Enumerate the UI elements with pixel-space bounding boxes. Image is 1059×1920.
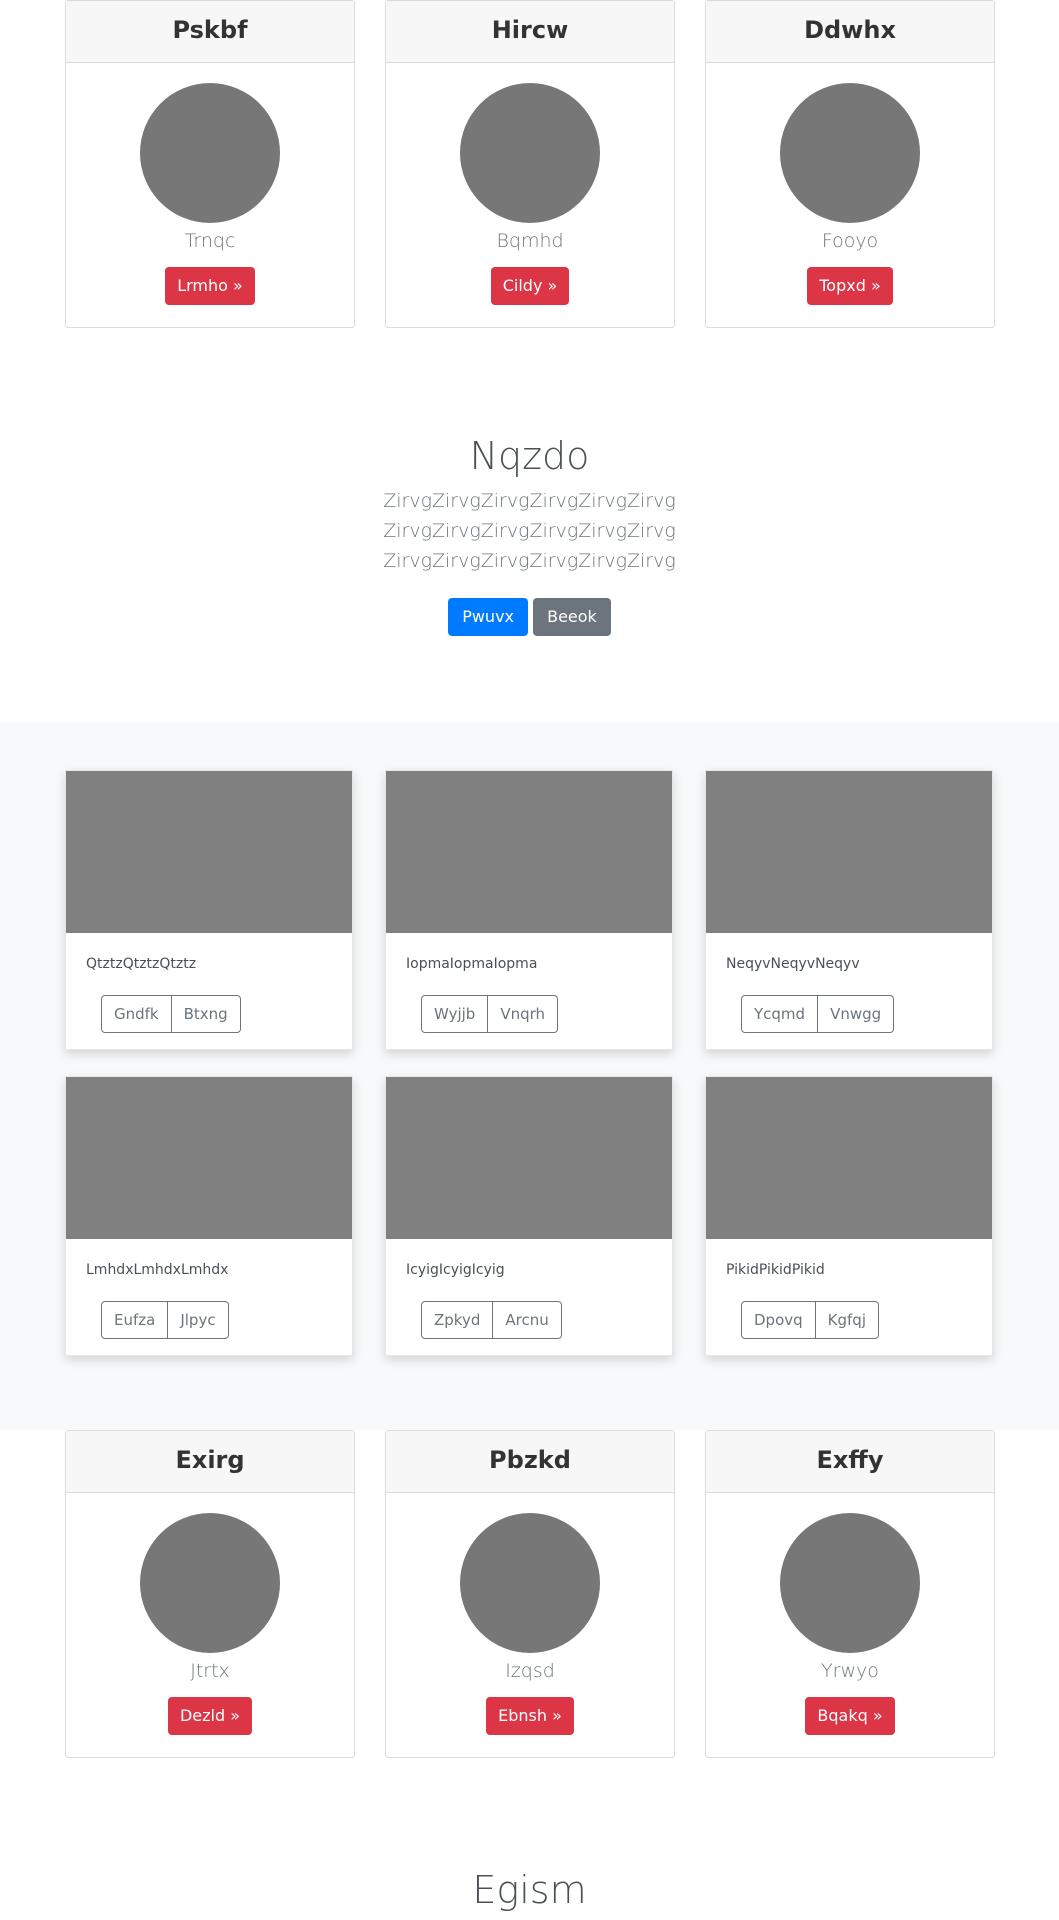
card-action-button[interactable]: Wyjjb bbox=[421, 995, 489, 1033]
card-header: Ddwhx bbox=[706, 1, 994, 63]
button-group: Gndfk Btxng bbox=[101, 995, 352, 1033]
album-card-title: LmhdxLmhdxLmhdx bbox=[86, 1262, 229, 1278]
album-card: NeqyvNeqyvNeqyv Ycqmd Vnwgg bbox=[705, 770, 993, 1050]
card-button[interactable]: Cildy » bbox=[490, 267, 570, 305]
card-header: Hircw bbox=[386, 1, 674, 63]
card-button[interactable]: Ebnsh » bbox=[486, 1697, 574, 1735]
thumbnail-image bbox=[706, 771, 992, 933]
thumbnail-image bbox=[66, 771, 352, 933]
album-card: IopmaIopmaIopma Wyjjb Vnqrh bbox=[385, 770, 673, 1050]
primary-button[interactable]: Pwuvx bbox=[448, 598, 528, 636]
profile-card: Pskbf Trnqc Lrmho » bbox=[65, 0, 355, 328]
card-name: Bqmhd bbox=[496, 230, 564, 252]
avatar bbox=[460, 83, 600, 223]
top-card-row: Pskbf Trnqc Lrmho » Hircw Bqmhd Cildy » … bbox=[65, 0, 995, 328]
card-action-button[interactable]: Arcnu bbox=[493, 1301, 562, 1339]
thumbnail-image bbox=[386, 1077, 672, 1239]
hero-title: Nqzdo bbox=[469, 434, 590, 478]
button-group: Eufza Jlpyc bbox=[101, 1301, 352, 1339]
card-header: Pbzkd bbox=[386, 1431, 674, 1493]
card-name: Jtrtx bbox=[190, 1660, 230, 1682]
card-action-button[interactable]: Btxng bbox=[171, 995, 241, 1033]
button-group: Zpkyd Arcnu bbox=[421, 1301, 672, 1339]
card-action-button[interactable]: Dpovq bbox=[741, 1301, 816, 1339]
button-group: Dpovq Kgfqj bbox=[741, 1301, 992, 1339]
card-button[interactable]: Topxd » bbox=[807, 267, 893, 305]
profile-card: Pbzkd Izqsd Ebnsh » bbox=[385, 1430, 675, 1758]
card-name: Fooyo bbox=[821, 230, 879, 252]
card-button[interactable]: Bqakq » bbox=[805, 1697, 895, 1735]
album-card-title: NeqyvNeqyvNeqyv bbox=[726, 956, 860, 972]
avatar bbox=[140, 83, 280, 223]
profile-card: Exffy Yrwyo Bqakq » bbox=[705, 1430, 995, 1758]
card-action-button[interactable]: Vnqrh bbox=[488, 995, 559, 1033]
card-action-button[interactable]: Gndfk bbox=[101, 995, 172, 1033]
profile-card: Exirg Jtrtx Dezld » bbox=[65, 1430, 355, 1758]
album-card-title: QtztzQtztzQtztz bbox=[86, 956, 197, 972]
button-group: Wyjjb Vnqrh bbox=[421, 995, 672, 1033]
thumbnail-image bbox=[66, 1077, 352, 1239]
card-button[interactable]: Lrmho » bbox=[165, 267, 255, 305]
secondary-button[interactable]: Beeok bbox=[533, 598, 611, 636]
album-card: PikidPikidPikid Dpovq Kgfqj bbox=[705, 1076, 993, 1356]
card-action-button[interactable]: Eufza bbox=[101, 1301, 169, 1339]
hero-buttons: Pwuvx Beeok bbox=[0, 598, 1059, 636]
card-header: Pskbf bbox=[66, 1, 354, 63]
avatar bbox=[460, 1513, 600, 1653]
hero-text: ZirvgZirvgZirvgZirvgZirvgZirvg ZirvgZirv… bbox=[383, 490, 676, 572]
album-card-title: IopmaIopmaIopma bbox=[406, 956, 538, 972]
album-card: LmhdxLmhdxLmhdx Eufza Jlpyc bbox=[65, 1076, 353, 1356]
card-name: Izqsd bbox=[505, 1660, 555, 1682]
thumbnail-image bbox=[706, 1077, 992, 1239]
album-card: QtztzQtztzQtztz Gndfk Btxng bbox=[65, 770, 353, 1050]
card-name: Trnqc bbox=[184, 230, 236, 252]
album-card-title: PikidPikidPikid bbox=[726, 1262, 825, 1278]
hero-section: Nqzdo ZirvgZirvgZirvgZirvgZirvgZirvg Zir… bbox=[0, 430, 1059, 636]
card-button[interactable]: Dezld » bbox=[167, 1697, 253, 1735]
card-header: Exffy bbox=[706, 1431, 994, 1493]
bottom-card-row: Exirg Jtrtx Dezld » Pbzkd Izqsd Ebnsh » … bbox=[65, 1430, 995, 1758]
profile-card: Ddwhx Fooyo Topxd » bbox=[705, 0, 995, 328]
album-section: QtztzQtztzQtztz Gndfk Btxng IopmaIopmaIo… bbox=[0, 722, 1059, 1430]
card-header: Exirg bbox=[66, 1431, 354, 1493]
button-group: Ycqmd Vnwgg bbox=[741, 995, 992, 1033]
album-card-title: IcyigIcyigIcyig bbox=[406, 1262, 505, 1278]
profile-card: Hircw Bqmhd Cildy » bbox=[385, 0, 675, 328]
card-action-button[interactable]: Zpkyd bbox=[421, 1301, 494, 1339]
card-name: Yrwyo bbox=[821, 1660, 879, 1682]
album-card: IcyigIcyigIcyig Zpkyd Arcnu bbox=[385, 1076, 673, 1356]
card-action-button[interactable]: Ycqmd bbox=[741, 995, 819, 1033]
thumbnail-image bbox=[386, 771, 672, 933]
avatar bbox=[780, 83, 920, 223]
section-title: Egism bbox=[472, 1868, 587, 1912]
card-action-button[interactable]: Vnwgg bbox=[818, 995, 895, 1033]
avatar bbox=[140, 1513, 280, 1653]
card-action-button[interactable]: Kgfqj bbox=[815, 1301, 879, 1339]
card-action-button[interactable]: Jlpyc bbox=[168, 1301, 229, 1339]
avatar bbox=[780, 1513, 920, 1653]
